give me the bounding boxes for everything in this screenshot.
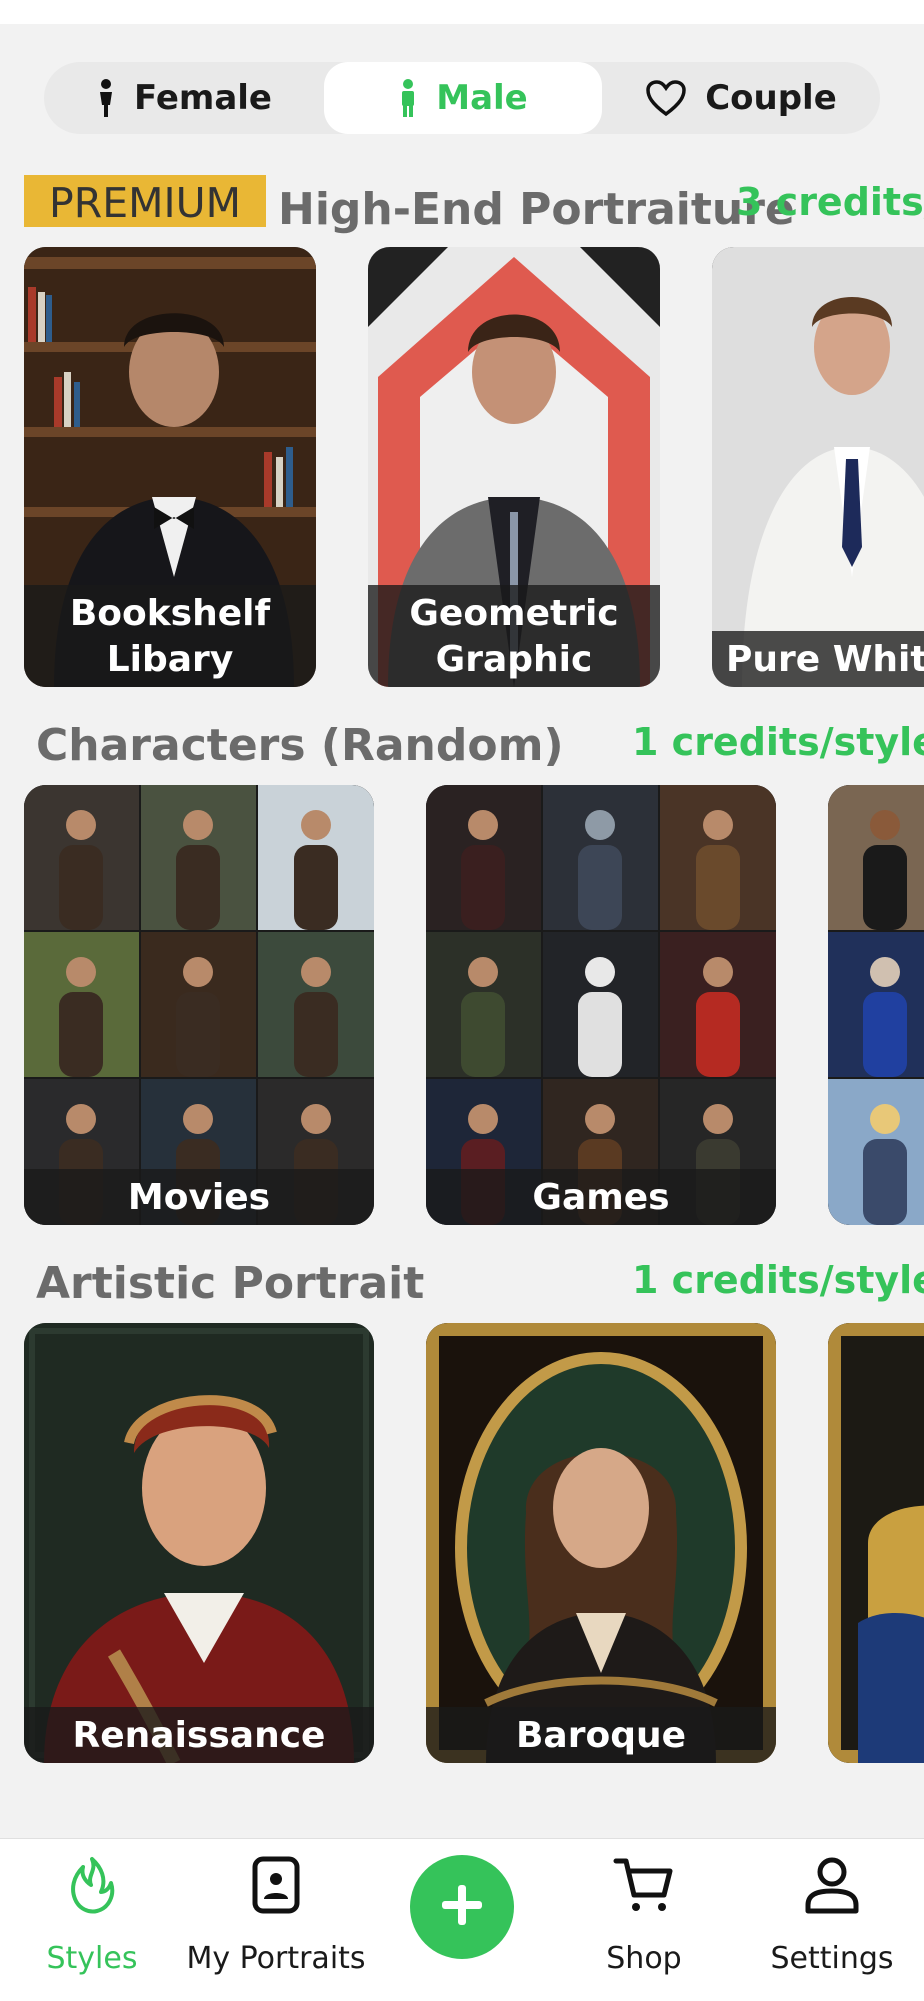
heart-icon (645, 79, 687, 117)
nav-shop-label: Shop (606, 1941, 682, 1976)
premium-badge: PREMIUM (24, 175, 266, 227)
style-card-bookshelf[interactable]: Bookshelf Libary (24, 247, 316, 687)
style-card-label: Renaissance (24, 1707, 374, 1763)
section-title-characters: Characters (Random) (36, 720, 564, 771)
nav-styles-label: Styles (46, 1941, 138, 1976)
tab-male[interactable]: Male (324, 62, 602, 134)
artistic-card-row[interactable]: Renaissance Baroque (0, 1323, 924, 1763)
movies-collage-image (24, 785, 374, 1225)
tab-female[interactable]: Female (44, 62, 324, 134)
style-card-baroque[interactable]: Baroque (426, 1323, 776, 1763)
nav-shop[interactable]: Shop (552, 1839, 736, 1989)
nav-my-portraits-label: My Portraits (186, 1941, 366, 1976)
style-card-label: Movies (24, 1169, 374, 1225)
nav-styles[interactable]: Styles (0, 1839, 184, 1989)
style-card-label: Games (426, 1169, 776, 1225)
games-collage-image (426, 785, 776, 1225)
nav-my-portraits[interactable]: My Portraits (184, 1839, 368, 1989)
style-card-characters-3[interactable] (828, 785, 924, 1225)
characters-card-row[interactable]: Movies Games (0, 785, 924, 1225)
female-icon (96, 78, 116, 118)
baroque-portrait-image (426, 1323, 776, 1763)
pure-white-portrait-image (712, 247, 924, 687)
status-bar (0, 0, 924, 24)
style-card-label: Geometric Graphic (368, 585, 660, 687)
plus-icon (438, 1881, 486, 1933)
nav-settings-label: Settings (770, 1941, 894, 1976)
style-card-label: Baroque (426, 1707, 776, 1763)
characters-collage-image (828, 785, 924, 1225)
tab-couple-label: Couple (705, 78, 837, 118)
style-card-artistic-3[interactable] (828, 1323, 924, 1763)
tab-male-label: Male (436, 78, 528, 118)
style-card-movies[interactable]: Movies (24, 785, 374, 1225)
style-card-renaissance[interactable]: Renaissance (24, 1323, 374, 1763)
section-title-premium: High-End Portraiture (278, 184, 795, 235)
style-card-pure-white[interactable]: Pure White (712, 247, 924, 687)
male-icon (398, 78, 418, 118)
nav-settings[interactable]: Settings (740, 1839, 924, 1989)
style-card-label: Bookshelf Libary (24, 585, 316, 687)
artistic-portrait-image (828, 1323, 924, 1763)
section-credits-premium: 3 credits/s (736, 180, 924, 224)
style-card-label: Pure White (712, 631, 924, 687)
renaissance-portrait-image (24, 1323, 374, 1763)
add-button[interactable] (410, 1855, 514, 1959)
tab-couple[interactable]: Couple (602, 62, 880, 134)
gender-segmented-control: Female Male Couple (44, 62, 880, 134)
section-credits-artistic: 1 credits/style (632, 1258, 924, 1302)
tab-female-label: Female (134, 78, 272, 118)
premium-card-row[interactable]: Bookshelf Libary Geometric Graphic Pure … (0, 247, 924, 687)
style-card-geometric[interactable]: Geometric Graphic (368, 247, 660, 687)
section-credits-characters: 1 credits/style (632, 720, 924, 764)
section-title-artistic: Artistic Portrait (36, 1258, 425, 1309)
style-card-games[interactable]: Games (426, 785, 776, 1225)
